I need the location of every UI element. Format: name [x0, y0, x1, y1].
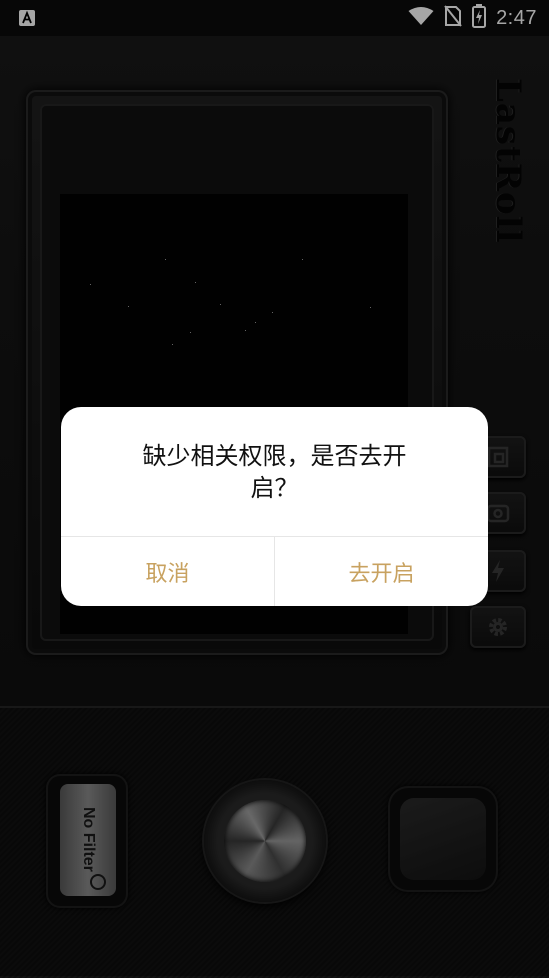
dialog-message: 缺少相关权限，是否去开启？: [142, 441, 407, 502]
permission-dialog: 缺少相关权限，是否去开启？ 取消 去开启: [61, 407, 488, 606]
dialog-message-area: 缺少相关权限，是否去开启？: [61, 407, 488, 536]
go-enable-button[interactable]: 去开启: [275, 537, 488, 606]
dialog-actions: 取消 去开启: [61, 536, 488, 606]
cancel-button[interactable]: 取消: [61, 537, 274, 606]
